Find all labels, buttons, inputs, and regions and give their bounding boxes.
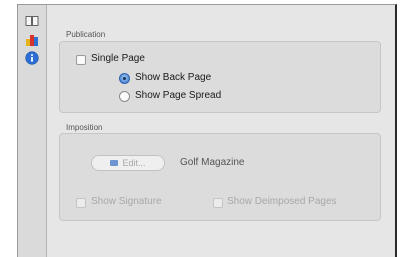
show-back-page-radio[interactable] — [119, 73, 130, 84]
show-back-page-label: Show Back Page — [135, 72, 212, 83]
show-deimposed-pages-checkbox[interactable] — [213, 198, 223, 208]
edit-button[interactable]: Edit... — [91, 155, 165, 171]
single-page-label: Single Page — [91, 53, 145, 64]
book-icon[interactable] — [24, 13, 40, 29]
inspector-window: Publication Single Page Show Back Page S… — [17, 4, 397, 257]
publication-label: Publication — [66, 30, 106, 39]
show-deimposed-pages-label: Show Deimposed Pages — [227, 196, 337, 207]
document-name: Golf Magazine — [180, 157, 245, 168]
info-icon[interactable] — [24, 50, 40, 66]
show-signature-checkbox[interactable] — [76, 198, 86, 208]
publication-group — [59, 41, 381, 113]
show-signature-label: Show Signature — [91, 196, 162, 207]
single-page-checkbox[interactable] — [76, 55, 86, 65]
show-page-spread-radio[interactable] — [119, 91, 130, 102]
inspector-toolbar — [18, 5, 47, 257]
imposition-label: Imposition — [66, 123, 103, 132]
show-page-spread-label: Show Page Spread — [135, 90, 222, 101]
edit-icon — [110, 160, 119, 166]
inspector-panel: Publication Single Page Show Back Page S… — [47, 5, 395, 257]
edit-button-label: Edit... — [122, 158, 146, 168]
colors-icon[interactable] — [24, 32, 40, 48]
